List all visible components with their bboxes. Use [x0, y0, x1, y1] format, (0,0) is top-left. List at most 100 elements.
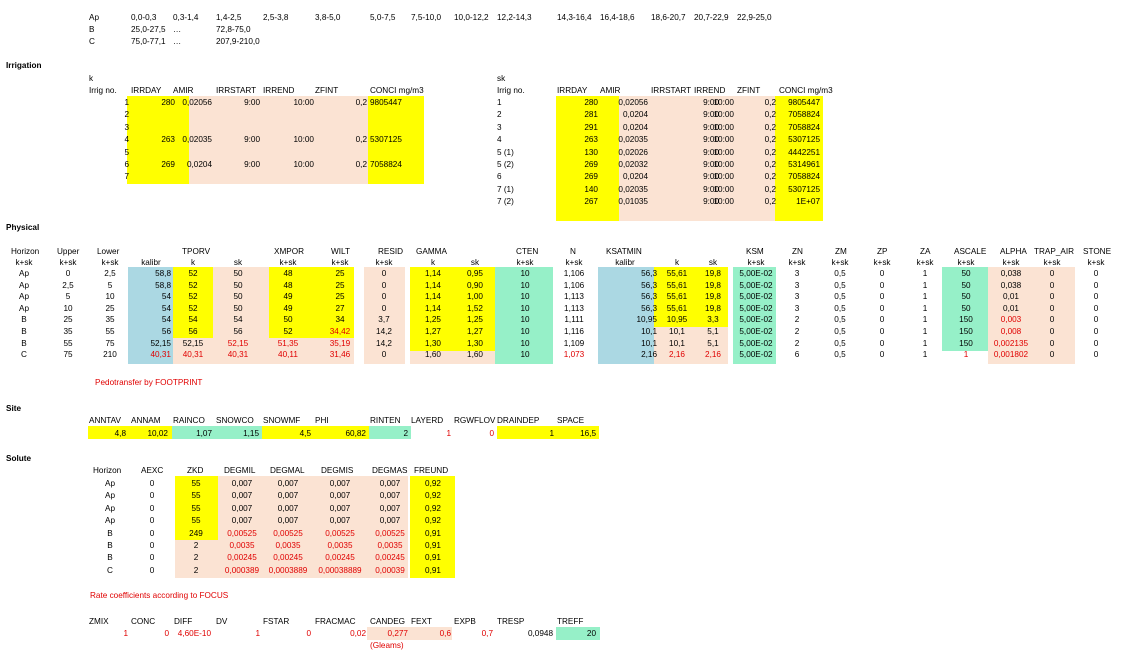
phys-cell: 0,001802 [993, 350, 1029, 360]
phys-header: Lower [97, 247, 120, 256]
phys-cell: 1,14 [425, 303, 441, 313]
irr-sk-cell: 5 (2) [497, 160, 514, 169]
range-cell: 0,0-0,3 [131, 13, 157, 22]
phys-cell: 10 [520, 280, 530, 290]
phys-cell: 19,8 [705, 269, 721, 278]
bottom-value: 0,02 [350, 629, 366, 638]
irr-k-cell: 9:00 [244, 160, 260, 169]
irr-sk-header: IRREND [694, 86, 726, 95]
phys-cell: 40,11 [278, 350, 298, 360]
bottom-value: 0 [164, 629, 169, 638]
solute-cell: 0,91 [425, 541, 441, 550]
irr-sk-header: IRRDAY [557, 86, 588, 95]
phys-cell: 5,1 [707, 327, 719, 336]
site-value: 1 [549, 429, 554, 438]
solute-cell: 0,92 [425, 491, 441, 501]
range-cell: C [89, 37, 95, 46]
irr-sk-cell: 10:00 [713, 147, 735, 157]
phys-cell: 54 [188, 315, 198, 325]
site-header: ANNTAV [89, 416, 121, 425]
phys-subheader: k+sk [916, 258, 934, 267]
irr-sk-cell: 0,2 [764, 197, 776, 207]
bottom-header: FRACMAC [315, 617, 356, 626]
solute-cell: 0,91 [425, 565, 441, 575]
phys-cell: 0 [1093, 315, 1099, 325]
irr-sk-cell: 10:00 [713, 135, 735, 145]
phys-cell: 5,00E-02 [739, 315, 773, 325]
phys-cell: 10 [520, 327, 530, 336]
bottom-header: DV [216, 617, 228, 626]
irr-k-header: ZFINT [315, 86, 339, 95]
phys-header: Horizon [11, 247, 40, 256]
bottom-value: 20 [586, 629, 596, 638]
irr-sk-cell: 5314961 [788, 160, 820, 169]
phys-cell: 10 [520, 315, 530, 325]
phys-cell: 2 [794, 327, 800, 336]
irr-sk-cell: 0,2 [764, 172, 776, 182]
irr-k-cell: 5 [124, 147, 129, 157]
irr-k-cell: 7058824 [370, 160, 402, 169]
phys-cell: 50 [961, 292, 971, 302]
site-header: ANNAM [131, 416, 161, 425]
phys-cell: 0,5 [834, 303, 846, 313]
phys-cell: 55 [105, 327, 115, 336]
irr-sk-cell: 0,02056 [618, 98, 648, 107]
range-cell: 10,0-12,2 [454, 13, 489, 22]
phys-cell: 0,01 [1003, 292, 1019, 302]
phys-cell: 0 [381, 269, 387, 278]
phys-cell: 5,00E-02 [739, 292, 773, 302]
phys-cell: 10 [520, 338, 530, 348]
phys-cell: 0 [1049, 338, 1055, 348]
irr-k-cell: 280 [161, 98, 175, 107]
phys-cell: 25 [335, 292, 345, 302]
phys-cell: 1,073 [563, 350, 585, 360]
phys-cell: 1,113 [564, 303, 584, 313]
site-value: 4,5 [299, 429, 311, 438]
phys-cell: 35 [105, 315, 115, 325]
irr-k-cell: 0,2 [355, 160, 367, 169]
phys-cell: 51,35 [277, 338, 299, 348]
phys-subheader: k+sk [873, 258, 891, 267]
phys-cell: 0 [1049, 280, 1055, 290]
solute-cell: 0,92 [425, 503, 441, 513]
phys-cell: 0 [1093, 280, 1099, 290]
irr-sk-cell: 4442251 [788, 147, 820, 157]
range-cell: 207,9-210,0 [216, 37, 260, 46]
bottom-header: FEXT [411, 617, 432, 626]
range-cell: 12,2-14,3 [497, 13, 532, 22]
site-value: 60,82 [345, 429, 367, 438]
irr-sk-cell: 9805447 [788, 98, 820, 107]
phys-cell: 19,8 [705, 292, 721, 302]
site-value: 16,5 [580, 429, 596, 438]
irr-k-cell: 1 [124, 98, 129, 107]
irr-k-header: AMIR [173, 86, 194, 95]
phys-cell: 0 [1093, 338, 1099, 348]
irr-sk-header: ZFINT [737, 86, 761, 95]
solute-cell: 0,91 [425, 553, 441, 563]
solute-cell: 0,92 [425, 479, 441, 488]
phys-cell: 5,00E-02 [739, 327, 773, 336]
phys-cell: 1,27 [425, 327, 441, 336]
phys-cell: 40,31 [150, 350, 172, 360]
phys-cell: 50 [233, 303, 243, 313]
irr-sk-cell: 280 [584, 98, 598, 107]
phys-cell: 1,106 [563, 269, 585, 278]
solute-cell: 0,00245 [273, 553, 303, 563]
solute-cell: 0,007 [329, 491, 351, 501]
phys-cell: 0,038 [1000, 280, 1022, 290]
irr-sk-cell: 0,02032 [618, 160, 648, 169]
irr-sk-cell: 4 [497, 135, 502, 145]
solute-cell: 55 [191, 491, 201, 501]
phys-cell: 0 [65, 269, 71, 278]
phys-cell: 49 [283, 292, 293, 302]
bottom-header: FSTAR [263, 617, 290, 626]
phys-subheader: k+sk [957, 258, 975, 267]
phys-header: KSATMIN [606, 247, 642, 256]
irr-k-cell: 9:00 [244, 98, 260, 107]
site-value: 2 [403, 429, 408, 438]
phys-cell: 25 [105, 303, 115, 313]
irr-k-header: Irrig no. [89, 86, 117, 95]
solute-cell: 0,00525 [273, 528, 303, 538]
irr-k-cell: 7 [124, 172, 129, 182]
phys-subheader: k+sk [565, 258, 583, 267]
